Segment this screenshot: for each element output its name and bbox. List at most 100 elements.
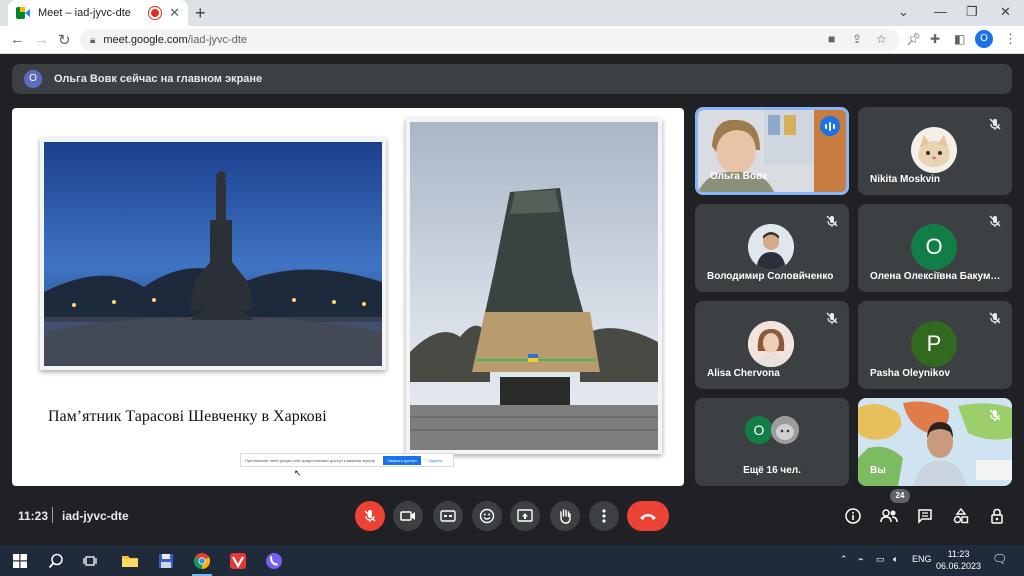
- restore-button[interactable]: ❐: [966, 4, 978, 20]
- participant-name: Pasha Oleynikov: [870, 368, 951, 379]
- share-notification-text: Приложение meet.google.com предоставляет…: [245, 457, 376, 463]
- shared-screen: Пам’ятник Тарасові Шевченку в Харкові Пр…: [12, 108, 684, 486]
- tray-overflow-icon[interactable]: ⌃: [840, 554, 848, 565]
- back-icon[interactable]: ←: [10, 31, 25, 48]
- self-tile[interactable]: Вы: [858, 398, 1012, 486]
- participant-avatar: [748, 224, 794, 270]
- new-tab-button[interactable]: +: [195, 3, 206, 24]
- browser-toolbar: ← → ↻ 🔒︎ meet.google.com/iad-jyvc-dte ■ …: [0, 26, 1024, 54]
- presenting-banner: О Ольга Вовк сейчас на главном экране: [12, 64, 1012, 94]
- participant-tile-olena[interactable]: О Олена Олексіївна Бакуменко: [858, 204, 1012, 292]
- browser-tab-meet[interactable]: Meet – iad-jyvc-dte ✕: [8, 0, 188, 26]
- address-bar[interactable]: 🔒︎ meet.google.com/iad-jyvc-dte: [80, 29, 900, 51]
- activities-button[interactable]: [951, 506, 971, 526]
- app-vivaldi-button[interactable]: [220, 549, 256, 573]
- participant-tile-pasha[interactable]: P Pasha Oleynikov: [858, 301, 1012, 389]
- leave-call-button[interactable]: [627, 501, 669, 531]
- profile-avatar[interactable]: O: [975, 30, 993, 48]
- present-screen-button[interactable]: [510, 501, 540, 531]
- presenting-text: Ольга Вовк сейчас на главном экране: [54, 73, 263, 85]
- mic-off-icon: [826, 312, 838, 324]
- lock-person-icon: [991, 508, 1003, 524]
- info-icon: [845, 508, 861, 524]
- windows-logo-icon: [13, 554, 27, 568]
- people-icon: [880, 509, 898, 523]
- participant-avatar: P: [911, 321, 957, 367]
- mic-off-icon: [364, 510, 376, 522]
- mic-toggle-button[interactable]: [355, 501, 385, 531]
- participant-tile-volodymyr[interactable]: Володимир Соловйченко: [695, 204, 849, 292]
- chrome-icon: [193, 553, 211, 570]
- notifications-icon[interactable]: 🗨︎: [992, 552, 1007, 566]
- chat-button[interactable]: [915, 506, 935, 526]
- participants-button[interactable]: [879, 506, 899, 526]
- meeting-code: iad-jyvc-dte: [62, 509, 129, 523]
- more-avatar-letter: О: [745, 416, 773, 444]
- meeting-controls: 11:23 iad-jyvc-dte 24: [0, 489, 1024, 538]
- participant-avatar: [748, 321, 794, 367]
- hide-notification-button[interactable]: Скрыть: [429, 458, 443, 463]
- pin-icon[interactable]: 📌︎: [906, 32, 921, 46]
- participant-name: Вы: [870, 465, 886, 476]
- emoji-icon: [479, 508, 495, 524]
- meet-favicon-icon: [16, 7, 30, 19]
- divider: [52, 507, 53, 523]
- monument-night-photo: [40, 138, 386, 370]
- side-panel-icon[interactable]: ◧: [954, 32, 965, 46]
- more-participants-tile[interactable]: О Ещё 16 чел.: [695, 398, 849, 486]
- captions-icon: [440, 510, 456, 522]
- search-icon: [48, 553, 63, 569]
- reactions-button[interactable]: [472, 501, 502, 531]
- participant-tile-nikita[interactable]: Nikita Moskvin: [858, 107, 1012, 195]
- windows-taskbar: ⌃ ⌁ ▭ 🔈︎ ENG 11:23 06.06.2023 🗨︎: [0, 545, 1024, 576]
- meeting-details-button[interactable]: [843, 506, 863, 526]
- task-view-button[interactable]: [72, 549, 108, 573]
- bookmark-star-icon[interactable]: ☆: [876, 32, 887, 46]
- mic-off-icon: [989, 312, 1001, 324]
- participants-count-badge: 24: [890, 489, 910, 503]
- speaking-indicator-icon: [820, 116, 840, 136]
- share-icon[interactable]: ⇪: [852, 32, 862, 46]
- browser-menu-icon[interactable]: ⋮: [1004, 31, 1017, 47]
- file-explorer-button[interactable]: [112, 549, 148, 573]
- floppy-icon: [159, 554, 173, 568]
- close-tab-icon[interactable]: ✕: [169, 5, 180, 21]
- participant-tile-alisa[interactable]: Alisa Chervona: [695, 301, 849, 389]
- stop-sharing-button[interactable]: Закрыть доступ: [383, 455, 421, 465]
- system-clock[interactable]: 11:23 06.06.2023: [936, 548, 981, 572]
- extensions-icon[interactable]: ✚: [930, 32, 940, 46]
- forward-icon[interactable]: →: [34, 31, 49, 48]
- mouse-cursor-icon: ↖: [294, 468, 302, 478]
- folder-icon: [122, 556, 138, 567]
- camera-toggle-button[interactable]: [393, 501, 423, 531]
- tab-search-icon[interactable]: ⌄: [898, 4, 909, 20]
- hang-up-icon: [640, 514, 656, 520]
- tab-title: Meet – iad-jyvc-dte: [38, 7, 131, 19]
- task-view-icon: [83, 556, 97, 566]
- reload-icon[interactable]: ↻: [58, 31, 71, 49]
- clock-time: 11:23: [947, 549, 970, 559]
- participant-name: Nikita Moskvin: [870, 174, 941, 185]
- more-avatar-photo: [771, 416, 799, 444]
- url-path: /iad-jyvc-dte: [187, 34, 248, 46]
- minimize-button[interactable]: —: [934, 4, 947, 19]
- more-options-button[interactable]: [589, 501, 619, 531]
- network-icon[interactable]: ⌁: [858, 554, 863, 565]
- battery-icon[interactable]: ▭: [876, 554, 885, 565]
- start-button[interactable]: [2, 549, 38, 573]
- chrome-button[interactable]: [184, 549, 220, 576]
- monument-covered-photo: [406, 118, 662, 454]
- mic-off-icon: [989, 409, 1001, 421]
- host-controls-button[interactable]: [987, 506, 1007, 526]
- present-icon: [517, 509, 533, 522]
- volume-icon[interactable]: 🔈︎: [893, 554, 898, 565]
- captions-button[interactable]: [433, 501, 463, 531]
- search-button[interactable]: [38, 549, 74, 573]
- participant-tile-olga[interactable]: Ольга Вовк: [695, 107, 849, 195]
- viber-button[interactable]: [256, 549, 292, 573]
- save-app-button[interactable]: [148, 549, 184, 573]
- language-indicator[interactable]: ENG: [912, 554, 932, 564]
- camera-in-use-icon[interactable]: ■: [828, 32, 835, 46]
- raise-hand-button[interactable]: [550, 501, 580, 531]
- close-window-button[interactable]: ✕: [1000, 4, 1011, 20]
